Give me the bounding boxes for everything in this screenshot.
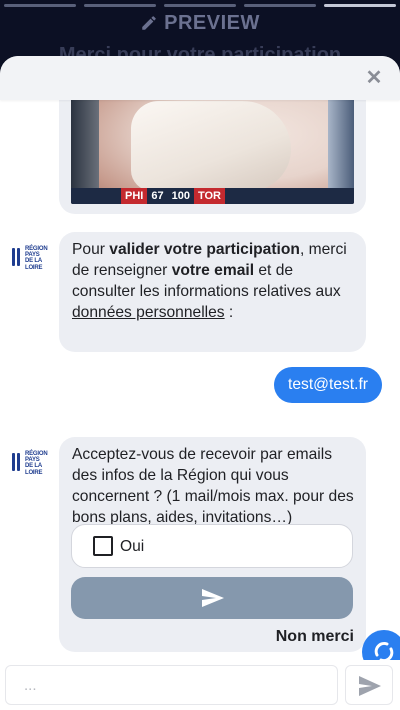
progress-segment: [4, 4, 76, 7]
composer: [0, 660, 400, 710]
media-image[interactable]: PHI 67 100 TOR: [71, 96, 354, 204]
checkbox[interactable]: [93, 536, 113, 556]
story-progress: [0, 4, 400, 8]
message-bold: votre email: [171, 262, 255, 279]
send-button[interactable]: [345, 665, 393, 705]
region-logo-icon: [12, 248, 24, 266]
close-icon[interactable]: ✕: [364, 68, 384, 88]
bot-avatar-logo: RÉGION PAYS DE LA LOIRE: [12, 449, 48, 479]
option-label: Oui: [120, 538, 145, 555]
region-logo-icon: [12, 453, 24, 471]
message-bold: valider votre participation: [109, 241, 300, 258]
send-icon: [202, 589, 224, 607]
send-icon: [359, 676, 381, 696]
user-email-message: test@test.fr: [274, 367, 382, 403]
progress-segment-active: [324, 4, 396, 7]
chat-modal: ✕ PHI 67 100 TOR RÉGION PAYS DE LA LOIRE…: [0, 56, 400, 710]
decline-button[interactable]: Non merci: [276, 626, 354, 647]
progress-segment: [84, 4, 156, 7]
participation-message: Pour valider votre participation, merci …: [59, 232, 366, 352]
pencil-icon: [142, 16, 156, 30]
option-oui[interactable]: Oui: [71, 524, 353, 568]
progress-segment: [164, 4, 236, 7]
message-input[interactable]: [5, 665, 338, 705]
logo-line: DE LA LOIRE: [25, 258, 43, 271]
scoreboard-team: TOR: [193, 188, 225, 204]
message-text: :: [224, 304, 234, 321]
chat-feed[interactable]: PHI 67 100 TOR RÉGION PAYS DE LA LOIRE P…: [0, 56, 400, 656]
message-text: Pour: [72, 241, 110, 258]
scoreboard-score: 100: [171, 190, 190, 202]
newsletter-message: Acceptez-vous de recevoir par emails des…: [59, 437, 366, 652]
preview-label: PREVIEW: [164, 12, 260, 34]
image-content: [131, 101, 291, 191]
logo-text: RÉGION PAYS DE LA LOIRE: [25, 246, 48, 271]
scoreboard-overlay: PHI 67 100 TOR: [71, 188, 354, 204]
logo-text: RÉGION PAYS DE LA LOIRE: [25, 451, 48, 476]
bot-avatar-logo: RÉGION PAYS DE LA LOIRE: [12, 244, 48, 274]
newsletter-question: Acceptez-vous de recevoir par emails des…: [72, 446, 354, 526]
personal-data-link[interactable]: données personnelles: [72, 304, 225, 321]
modal-header: ✕: [0, 56, 400, 100]
preview-header: PREVIEW: [0, 12, 400, 35]
submit-answer-button[interactable]: [71, 577, 353, 619]
scoreboard-score: 67: [151, 190, 164, 202]
scoreboard-team: PHI: [121, 188, 148, 204]
progress-segment: [244, 4, 316, 7]
logo-line: DE LA LOIRE: [25, 463, 43, 476]
